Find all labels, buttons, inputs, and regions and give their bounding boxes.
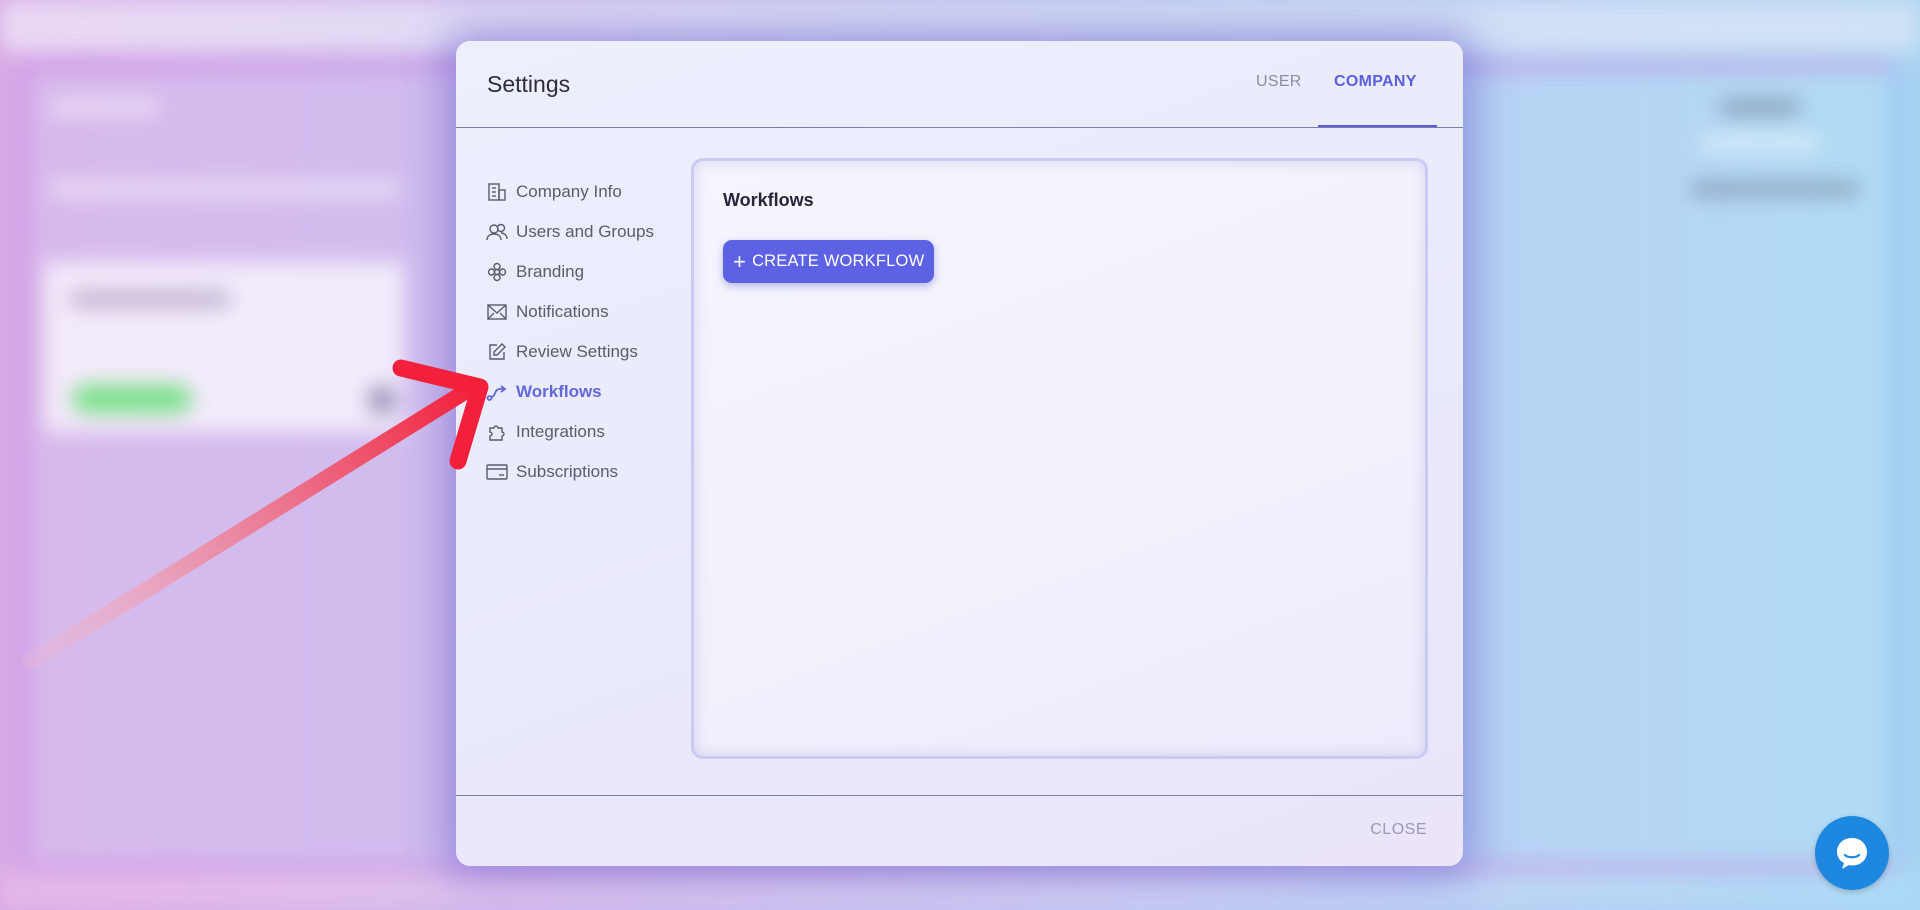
arrow-shaft <box>22 382 476 670</box>
chat-bubble-icon <box>1837 838 1867 869</box>
annotation-arrow <box>22 359 489 670</box>
chat-widget-button[interactable] <box>1815 816 1889 890</box>
